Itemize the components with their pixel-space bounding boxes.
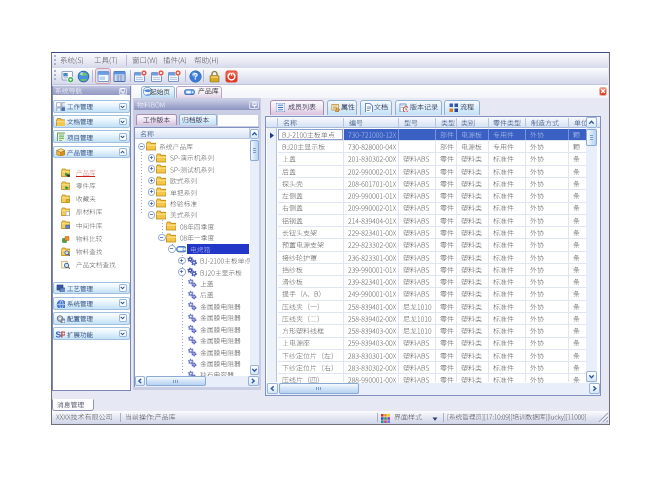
svg-text:P: P [60,330,64,339]
svg-text:?: ? [192,71,198,81]
